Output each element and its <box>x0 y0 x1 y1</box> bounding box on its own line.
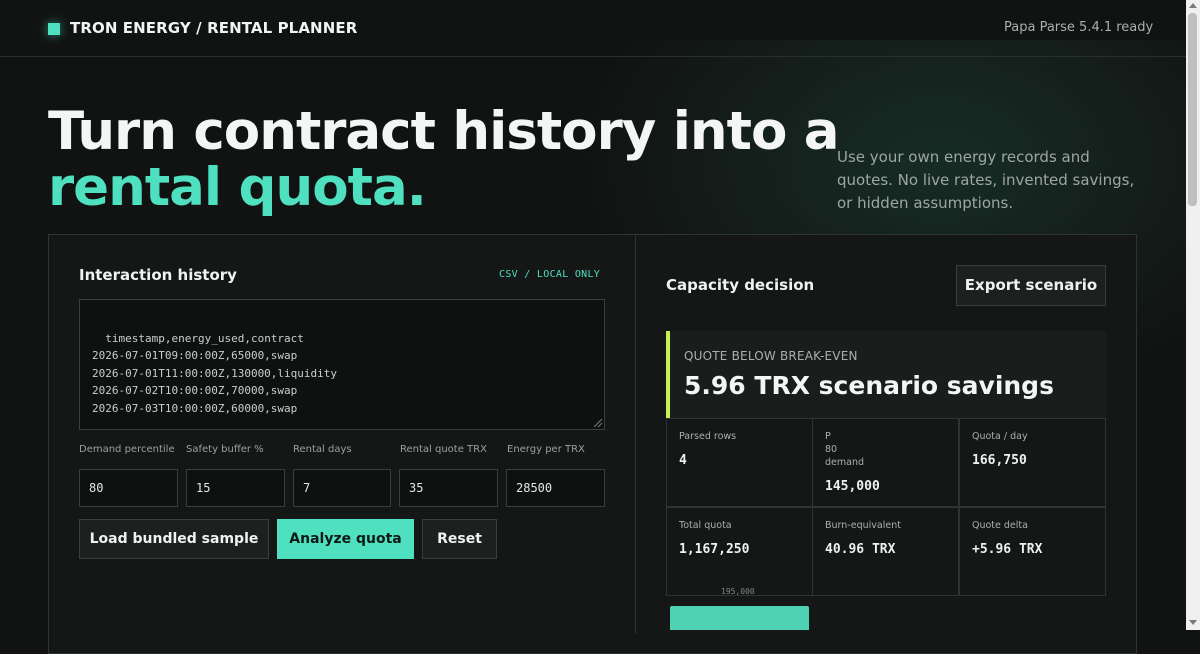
reset-button[interactable]: Reset <box>422 519 497 559</box>
chart-bar <box>670 606 809 630</box>
callout-label: QUOTE BELOW BREAK-EVEN <box>684 349 858 363</box>
capacity-decision-title: Capacity decision <box>666 276 815 294</box>
demand-percentile-field[interactable]: 80 <box>79 469 178 507</box>
demand-percentile-label: Demand percentile <box>79 444 175 455</box>
hero-headline-line2: rental quota. <box>48 157 427 218</box>
stat-label: Total quota <box>679 520 732 531</box>
hero-headline: Turn contract history into a rental quot… <box>48 101 840 218</box>
scrollbar-thumb[interactable] <box>1188 13 1197 206</box>
stat-quote-delta: Quote delta +5.96 TRX <box>959 507 1106 596</box>
safety-buffer-field[interactable]: 15 <box>186 469 285 507</box>
load-sample-button[interactable]: Load bundled sample <box>79 519 269 559</box>
panel-divider <box>635 234 636 634</box>
scroll-down-arrow-icon[interactable] <box>1189 620 1197 625</box>
analyze-quota-button[interactable]: Analyze quota <box>277 519 414 559</box>
page-scrollbar[interactable] <box>1186 0 1200 630</box>
stat-value: 166,750 <box>972 453 1027 468</box>
hero-headline-line1: Turn contract history into a <box>48 101 840 162</box>
top-bar: TRON ENERGY / RENTAL PLANNER Papa Parse … <box>0 0 1186 57</box>
energy-per-trx-label: Energy per TRX <box>507 444 585 455</box>
stat-value: 4 <box>679 453 687 468</box>
resize-handle-icon[interactable] <box>594 419 602 427</box>
stat-value: 145,000 <box>825 479 880 494</box>
stat-value: 40.96 TRX <box>825 542 896 557</box>
stat-label-percentile: 80 <box>825 444 838 455</box>
stat-p80-demand: P 80 demand 145,000 <box>812 418 959 507</box>
export-scenario-button[interactable]: Export scenario <box>956 265 1106 306</box>
stat-quota-per-day: Quota / day 166,750 <box>959 418 1106 507</box>
interaction-history-title: Interaction history <box>79 266 237 284</box>
rental-quote-field[interactable]: 35 <box>399 469 498 507</box>
callout-value: 5.96 TRX scenario savings <box>684 371 1054 400</box>
stat-label-demand: demand <box>825 457 865 468</box>
csv-local-only-tag: CSV / LOCAL ONLY <box>499 269 601 280</box>
stat-burn-equivalent: Burn-equivalent 40.96 TRX <box>812 507 959 596</box>
savings-callout: QUOTE BELOW BREAK-EVEN 5.96 TRX scenario… <box>666 331 1106 418</box>
chart-bar-label: 195,000 <box>721 587 755 596</box>
stat-label-p: P <box>825 431 831 442</box>
stat-label: Parsed rows <box>679 431 737 442</box>
energy-per-trx-field[interactable]: 28500 <box>506 469 605 507</box>
stat-label: Burn-equivalent <box>825 520 901 531</box>
stat-label: Quota / day <box>972 431 1028 442</box>
csv-content: timestamp,energy_used,contract 2026-07-0… <box>92 331 338 415</box>
hero-description: Use your own energy records and quotes. … <box>837 148 1135 212</box>
safety-buffer-label: Safety buffer % <box>186 444 264 455</box>
stat-label: Quote delta <box>972 520 1028 531</box>
stat-parsed-rows: Parsed rows 4 <box>666 418 813 507</box>
brand-logo-icon <box>48 23 60 35</box>
rental-days-field[interactable]: 7 <box>293 469 391 507</box>
scroll-up-arrow-icon[interactable] <box>1189 3 1197 8</box>
stat-value: +5.96 TRX <box>972 542 1043 557</box>
stat-value: 1,167,250 <box>679 542 750 557</box>
rental-days-label: Rental days <box>293 444 352 455</box>
stat-total-quota: Total quota 1,167,250 <box>666 507 813 596</box>
app-title: TRON ENERGY / RENTAL PLANNER <box>70 19 358 37</box>
csv-input-textarea[interactable]: timestamp,energy_used,contract 2026-07-0… <box>79 299 605 430</box>
rental-quote-label: Rental quote TRX <box>400 444 487 455</box>
library-status: Papa Parse 5.4.1 ready <box>1004 20 1154 35</box>
